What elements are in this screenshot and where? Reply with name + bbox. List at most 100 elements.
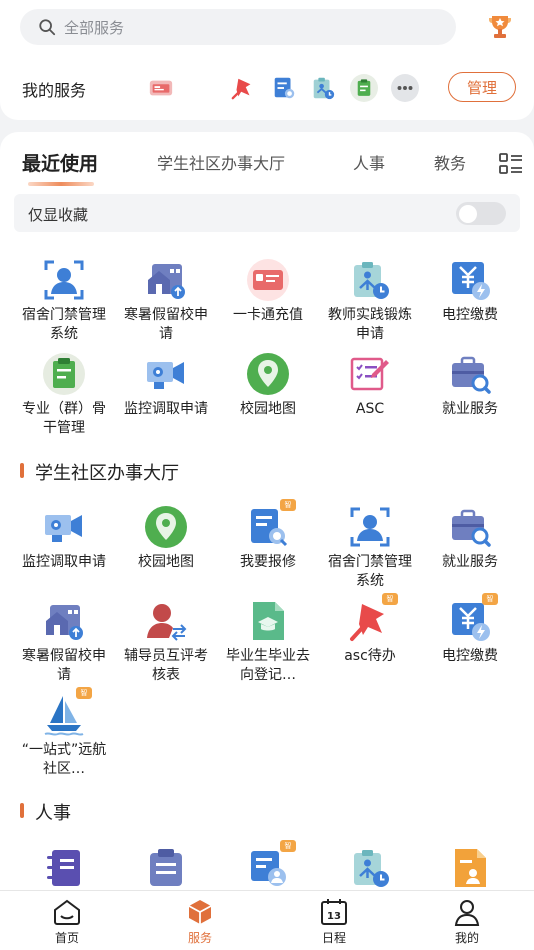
service-label: 监控调取申请 xyxy=(124,401,208,417)
clipboard-clock-icon[interactable] xyxy=(309,74,337,102)
ai-badge: 智 xyxy=(280,840,296,852)
service-item[interactable]: 一卡通充值 xyxy=(216,258,320,325)
service-item[interactable]: 智 “一站式”远航社区… xyxy=(12,687,116,779)
service-label: 宿舍门禁管理系统 xyxy=(328,554,412,589)
doc-search-icon: 智 xyxy=(246,499,296,549)
service-label: 就业服务 xyxy=(442,554,498,570)
service-item[interactable]: 寒暑假留校申请 xyxy=(114,258,218,344)
service-label: 校园地图 xyxy=(240,401,296,417)
section-title-student-community: 学生社区办事大厅 xyxy=(20,459,179,485)
service-label: 教师实践锻炼申请 xyxy=(328,307,412,342)
search-icon xyxy=(39,19,56,36)
checklist-pen-icon xyxy=(348,352,392,396)
building-up-icon xyxy=(144,258,188,302)
clipboard-icon xyxy=(144,846,188,890)
person-icon xyxy=(454,900,480,926)
service-item[interactable]: 宿舍门禁管理系统 xyxy=(12,258,116,344)
service-label: 一卡通充值 xyxy=(233,307,303,323)
yuan-lightning-icon: 智 xyxy=(448,593,498,643)
service-item[interactable]: 毕业生毕业去向登记… xyxy=(216,599,320,685)
service-label: ASC xyxy=(355,401,385,417)
top-card: 全部服务 我的服务 管理 xyxy=(0,0,534,120)
tab-student-community[interactable]: 学生社区办事大厅 xyxy=(157,150,285,174)
favorites-toggle[interactable] xyxy=(456,202,506,225)
nav-profile-label: 我的 xyxy=(454,931,479,945)
grid-list-icon[interactable] xyxy=(499,153,523,175)
doc-search-icon[interactable] xyxy=(270,74,298,102)
tab-academic[interactable]: 教务 xyxy=(434,150,466,174)
home-icon xyxy=(54,899,80,925)
service-item[interactable] xyxy=(114,846,218,890)
nav-services[interactable]: 服务 xyxy=(160,897,240,946)
nav-home-label: 首页 xyxy=(54,931,79,945)
cube-icon xyxy=(188,900,212,924)
doc-person-icon xyxy=(448,846,492,890)
service-item[interactable]: ASC xyxy=(318,352,422,419)
camera-icon xyxy=(144,352,188,396)
service-item[interactable]: 监控调取申请 xyxy=(114,352,218,419)
service-label: 电控缴费 xyxy=(442,648,498,664)
service-item[interactable]: 智 asc待办 xyxy=(318,593,422,666)
manage-button[interactable]: 管理 xyxy=(448,72,516,102)
service-label: 监控调取申请 xyxy=(22,554,106,570)
my-services-label: 我的服务 xyxy=(22,81,87,100)
person-scan-icon xyxy=(42,258,86,302)
service-item[interactable]: 寒暑假留校申请 xyxy=(12,599,116,685)
service-label: 专业（群）骨干管理 xyxy=(22,401,106,436)
clipboard-clock-icon xyxy=(348,258,392,302)
category-tabs: 最近使用 学生社区办事大厅 人事 教务 xyxy=(0,132,534,192)
clipboard-green-icon[interactable] xyxy=(350,74,378,102)
service-label: 就业服务 xyxy=(442,401,498,417)
nav-profile[interactable]: 我的 xyxy=(427,897,507,946)
service-item[interactable]: 宿舍门禁管理系统 xyxy=(318,505,422,591)
search-bar[interactable]: 全部服务 xyxy=(20,9,456,45)
service-label: “一站式”远航社区… xyxy=(21,742,107,777)
tab-recent[interactable]: 最近使用 xyxy=(22,149,98,176)
service-item[interactable]: 智 电控缴费 xyxy=(418,593,522,666)
service-item[interactable]: 校园地图 xyxy=(216,352,320,419)
service-label: 宿舍门禁管理系统 xyxy=(22,307,106,342)
card-icon[interactable] xyxy=(147,74,175,102)
briefcase-search-icon xyxy=(448,505,492,549)
map-pin-icon xyxy=(246,352,290,396)
ai-badge: 智 xyxy=(280,499,296,511)
bottom-nav: 首页 服务 13 日程 我的 xyxy=(0,890,534,950)
nav-schedule[interactable]: 13 日程 xyxy=(294,897,374,946)
nav-services-label: 服务 xyxy=(187,931,212,945)
pin-icon[interactable] xyxy=(229,74,257,102)
service-item[interactable] xyxy=(418,846,522,890)
graduation-doc-icon xyxy=(246,599,290,643)
section-title-personnel: 人事 xyxy=(20,799,71,825)
active-tab-indicator xyxy=(28,182,94,186)
service-item[interactable] xyxy=(318,846,422,890)
service-item[interactable]: 智 xyxy=(216,840,320,890)
service-item[interactable]: 就业服务 xyxy=(418,505,522,572)
map-pin-icon xyxy=(144,505,188,549)
ai-badge: 智 xyxy=(382,593,398,605)
calendar-day: 13 xyxy=(327,911,341,922)
tab-personnel[interactable]: 人事 xyxy=(353,150,385,174)
nav-home[interactable]: 首页 xyxy=(27,897,107,946)
clipboard-green-icon xyxy=(42,352,86,396)
service-item[interactable]: 专业（群）骨干管理 xyxy=(12,352,116,438)
sailboat-icon: 智 xyxy=(42,687,92,737)
service-item[interactable]: 智 我要报修 xyxy=(216,499,320,572)
ai-badge: 智 xyxy=(482,593,498,605)
favorites-filter: 仅显收藏 xyxy=(14,194,520,232)
service-item[interactable]: 电控缴费 xyxy=(418,258,522,325)
service-item[interactable] xyxy=(12,846,116,890)
clipboard-clock-icon xyxy=(348,846,392,890)
ai-badge: 智 xyxy=(76,687,92,699)
service-item[interactable]: 教师实践锻炼申请 xyxy=(318,258,422,344)
calendar-icon: 13 xyxy=(321,899,347,925)
service-label: 毕业生毕业去向登记… xyxy=(226,648,310,683)
service-item[interactable]: 监控调取申请 xyxy=(12,505,116,572)
more-icon[interactable] xyxy=(391,74,419,102)
camera-icon xyxy=(42,505,86,549)
service-item[interactable]: 校园地图 xyxy=(114,505,218,572)
nav-schedule-label: 日程 xyxy=(321,931,346,945)
service-item[interactable]: 辅导员互评考核表 xyxy=(114,599,218,685)
trophy-icon[interactable] xyxy=(488,14,512,40)
service-label: asc待办 xyxy=(344,648,396,664)
service-item[interactable]: 就业服务 xyxy=(418,352,522,419)
